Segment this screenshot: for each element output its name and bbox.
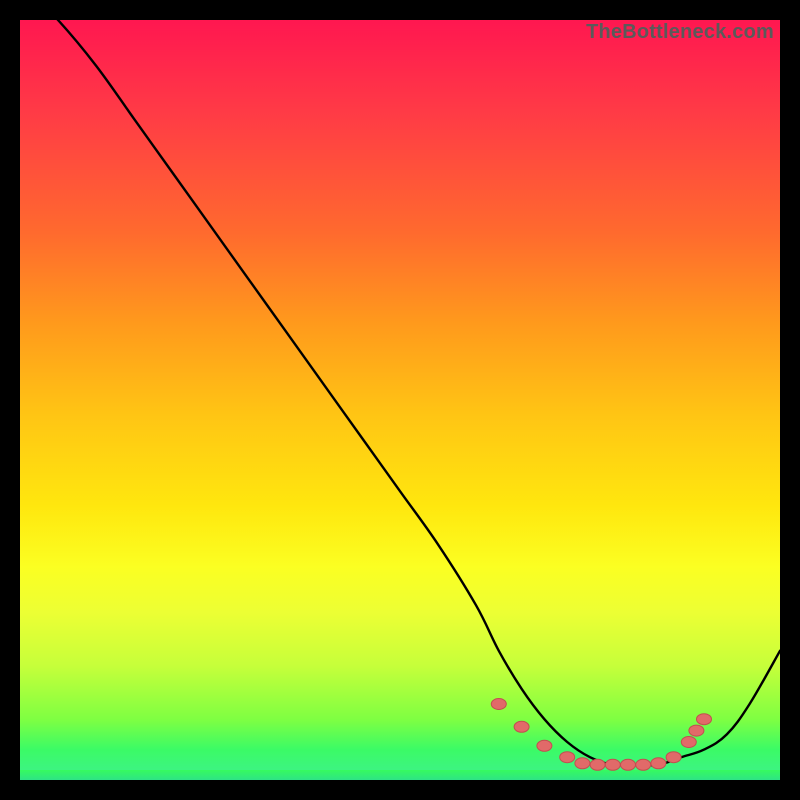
data-dot xyxy=(621,759,636,770)
data-dot xyxy=(666,752,681,763)
data-dot xyxy=(560,752,575,763)
curve-layer xyxy=(20,20,780,780)
bottleneck-curve xyxy=(20,20,780,765)
data-dots xyxy=(491,699,711,771)
data-dot xyxy=(697,714,712,725)
data-dot xyxy=(636,759,651,770)
data-dot xyxy=(514,721,529,732)
data-dot xyxy=(605,759,620,770)
data-dot xyxy=(537,740,552,751)
data-dot xyxy=(681,737,696,748)
data-dot xyxy=(651,758,666,769)
data-dot xyxy=(590,759,605,770)
data-dot xyxy=(491,699,506,710)
chart-stage: TheBottleneck.com xyxy=(0,0,800,800)
data-dot xyxy=(575,758,590,769)
data-dot xyxy=(689,725,704,736)
plot-area: TheBottleneck.com xyxy=(18,18,782,782)
